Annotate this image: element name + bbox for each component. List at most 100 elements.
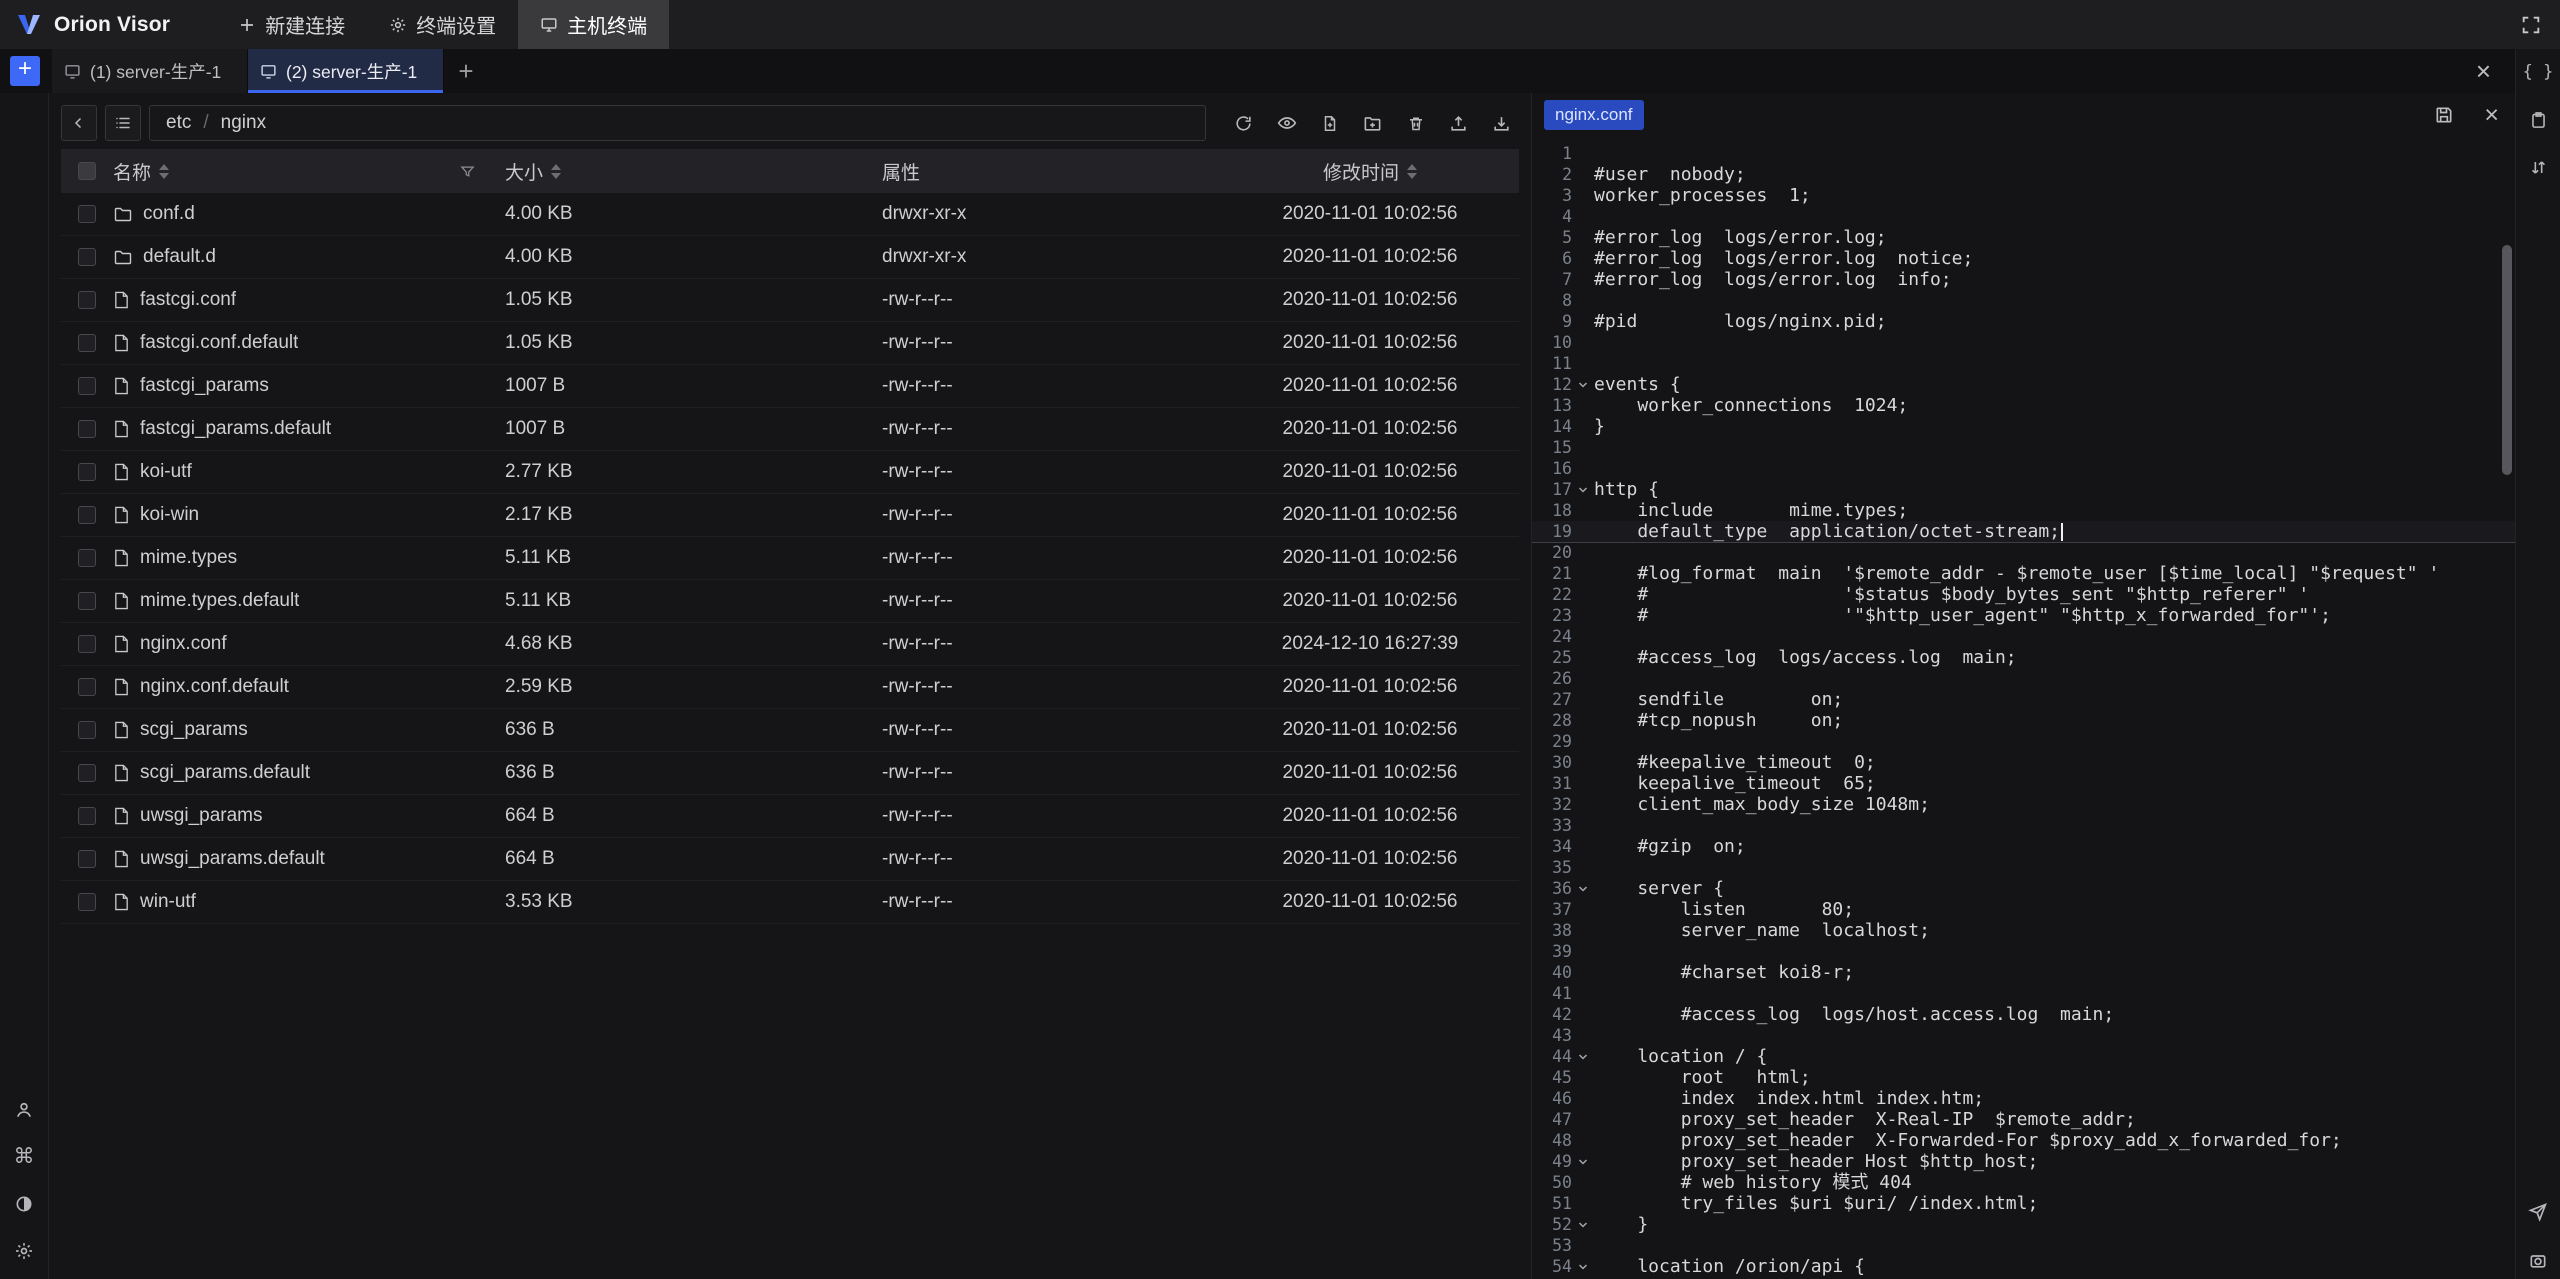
code-line[interactable]: 44 location / { [1532,1046,2515,1067]
list-view-button[interactable] [105,105,141,141]
table-row[interactable]: fastcgi_params.default1007 B-rw-r--r--20… [61,408,1519,451]
row-checkbox[interactable] [78,850,96,868]
code-line[interactable]: 17http { [1532,479,2515,500]
code-line[interactable]: 1 [1532,143,2515,164]
file-name[interactable]: nginx.conf.default [140,676,289,698]
row-checkbox[interactable] [78,377,96,395]
code-line[interactable]: 5#error_log logs/error.log; [1532,227,2515,248]
code-line[interactable]: 16 [1532,458,2515,479]
code-line[interactable]: 32 client_max_body_size 1048m; [1532,794,2515,815]
code-line[interactable]: 10 [1532,332,2515,353]
table-row[interactable]: nginx.conf.default2.59 KB-rw-r--r--2020-… [61,666,1519,709]
save-icon[interactable] [2434,105,2454,125]
menu-terminal-settings[interactable]: 终端设置 [367,0,518,49]
code-line[interactable]: 12events { [1532,374,2515,395]
code-line[interactable]: 38 server_name localhost; [1532,920,2515,941]
code-line[interactable]: 7#error_log logs/error.log info; [1532,269,2515,290]
user-icon[interactable] [14,1100,34,1120]
code-line[interactable]: 45 root html; [1532,1067,2515,1088]
show-hidden-eye-icon[interactable] [1269,105,1304,141]
file-name[interactable]: fastcgi.conf.default [140,332,298,354]
code-line[interactable]: 39 [1532,941,2515,962]
row-checkbox[interactable] [78,205,96,223]
upload-icon[interactable] [1441,105,1476,141]
row-checkbox[interactable] [78,506,96,524]
close-panel-icon[interactable]: × [2476,56,2491,87]
row-checkbox[interactable] [78,893,96,911]
code-line[interactable]: 8 [1532,290,2515,311]
file-name[interactable]: uwsgi_params.default [140,848,325,870]
fold-chevron-icon[interactable] [1572,1051,1594,1063]
file-name[interactable]: koi-win [140,504,199,526]
new-file-icon[interactable] [1312,105,1347,141]
code-line[interactable]: 23 # '"$http_user_agent" "$http_x_forwar… [1532,605,2515,626]
code-line[interactable]: 37 listen 80; [1532,899,2515,920]
back-button[interactable] [61,105,97,141]
code-editor[interactable]: 12#user nobody;3worker_processes 1;45#er… [1532,137,2515,1279]
file-name[interactable]: fastcgi_params.default [140,418,331,440]
code-line[interactable]: 24 [1532,626,2515,647]
new-connection-button[interactable]: + [10,56,40,86]
code-line[interactable]: 49 proxy_set_header Host $http_host; [1532,1151,2515,1172]
code-line[interactable]: 50 # web history 模式 404 [1532,1172,2515,1193]
refresh-icon[interactable] [1226,105,1261,141]
code-line[interactable]: 40 #charset koi8-r; [1532,962,2515,983]
table-row[interactable]: nginx.conf4.68 KB-rw-r--r--2024-12-10 16… [61,623,1519,666]
editor-scrollbar[interactable] [2502,245,2512,475]
download-icon[interactable] [1484,105,1519,141]
code-line[interactable]: 53 [1532,1235,2515,1256]
fold-chevron-icon[interactable] [1572,379,1594,391]
fold-chevron-icon[interactable] [1572,1156,1594,1168]
settings-gear-icon[interactable] [14,1241,34,1261]
code-line[interactable]: 36 server { [1532,878,2515,899]
code-line[interactable]: 2#user nobody; [1532,164,2515,185]
code-line[interactable]: 15 [1532,437,2515,458]
file-name[interactable]: win-utf [140,891,196,913]
table-row[interactable]: win-utf3.53 KB-rw-r--r--2020-11-01 10:02… [61,881,1519,924]
code-line[interactable]: 9#pid logs/nginx.pid; [1532,311,2515,332]
fullscreen-icon[interactable] [2520,14,2542,36]
code-line[interactable]: 34 #gzip on; [1532,836,2515,857]
file-name[interactable]: mime.types [140,547,237,569]
transfer-list-icon[interactable] [2529,158,2548,177]
file-name[interactable]: conf.d [143,203,195,225]
code-line[interactable]: 51 try_files $uri $uri/ /index.html; [1532,1193,2515,1214]
snippets-braces-icon[interactable]: { } [2523,62,2554,82]
row-checkbox[interactable] [78,463,96,481]
screenshot-icon[interactable] [2528,1251,2548,1271]
breadcrumb-item[interactable]: etc [166,112,191,134]
code-line[interactable]: 46 index index.html index.htm; [1532,1088,2515,1109]
code-line[interactable]: 54 location /orion/api { [1532,1256,2515,1277]
fold-chevron-icon[interactable] [1572,883,1594,895]
file-name[interactable]: mime.types.default [140,590,299,612]
table-row[interactable]: koi-utf2.77 KB-rw-r--r--2020-11-01 10:02… [61,451,1519,494]
code-line[interactable]: 33 [1532,815,2515,836]
code-line[interactable]: 6#error_log logs/error.log notice; [1532,248,2515,269]
code-line[interactable]: 35 [1532,857,2515,878]
code-line[interactable]: 43 [1532,1025,2515,1046]
code-line[interactable]: 14} [1532,416,2515,437]
file-name[interactable]: fastcgi_params [140,375,269,397]
row-checkbox[interactable] [78,807,96,825]
sort-mtime[interactable] [1407,164,1417,179]
table-row[interactable]: koi-win2.17 KB-rw-r--r--2020-11-01 10:02… [61,494,1519,537]
code-line[interactable]: 22 # '$status $body_bytes_sent "$http_re… [1532,584,2515,605]
code-line[interactable]: 42 #access_log logs/host.access.log main… [1532,1004,2515,1025]
code-line[interactable]: 25 #access_log logs/access.log main; [1532,647,2515,668]
file-name[interactable]: uwsgi_params [140,805,263,827]
code-line[interactable]: 19 default_type application/octet-stream… [1532,521,2515,542]
table-row[interactable]: scgi_params636 B-rw-r--r--2020-11-01 10:… [61,709,1519,752]
code-line[interactable]: 4 [1532,206,2515,227]
file-name[interactable]: default.d [143,246,216,268]
send-icon[interactable] [2528,1202,2548,1222]
row-checkbox[interactable] [78,549,96,567]
row-checkbox[interactable] [78,592,96,610]
fold-chevron-icon[interactable] [1572,1261,1594,1273]
table-row[interactable]: scgi_params.default636 B-rw-r--r--2020-1… [61,752,1519,795]
code-line[interactable]: 20 [1532,542,2515,563]
fold-chevron-icon[interactable] [1572,484,1594,496]
code-line[interactable]: 27 sendfile on; [1532,689,2515,710]
row-checkbox[interactable] [78,678,96,696]
code-line[interactable]: 11 [1532,353,2515,374]
appearance-icon[interactable] [14,1194,34,1214]
